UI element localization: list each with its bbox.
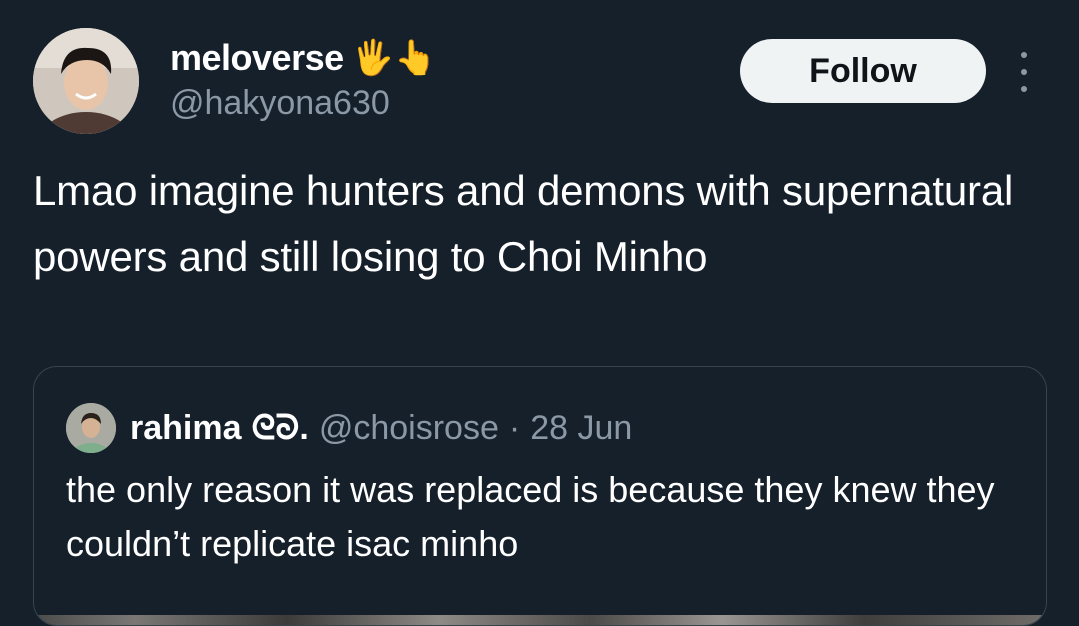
quoted-tweet-header: rahima ᘓᘐ. @choisrose · 28 Jun [130, 402, 632, 454]
quoted-handle[interactable]: @choisrose [319, 409, 499, 448]
author-avatar-image [33, 28, 139, 134]
quoted-author-avatar[interactable] [66, 403, 116, 453]
author-name-row: meloverse 🖐👆 [170, 34, 436, 82]
tweet-text: Lmao imagine hunters and demons with sup… [33, 167, 1014, 280]
tweet: meloverse 🖐👆 @hakyona630 Follow Lmao ima… [0, 0, 1079, 626]
header-separator: · [508, 408, 521, 447]
quoted-avatar-image [66, 403, 116, 453]
quoted-media-preview[interactable] [34, 615, 1046, 625]
author-display-name[interactable]: meloverse [170, 37, 344, 79]
quoted-display-name[interactable]: rahima [130, 409, 242, 448]
hand-emoji-icons: 🖐👆 [351, 39, 437, 77]
quoted-tweet-text: the only reason it was replaced is becau… [66, 469, 995, 564]
author-handle[interactable]: @hakyona630 [170, 84, 390, 123]
quoted-tweet-card[interactable]: rahima ᘓᘐ. @choisrose · 28 Jun the only … [33, 366, 1047, 626]
more-options-icon[interactable] [1011, 52, 1037, 92]
follow-button[interactable]: Follow [740, 39, 986, 103]
quoted-name-suffix: ᘓᘐ. [251, 408, 309, 447]
quoted-date[interactable]: 28 Jun [530, 409, 632, 448]
author-avatar[interactable] [33, 28, 139, 134]
